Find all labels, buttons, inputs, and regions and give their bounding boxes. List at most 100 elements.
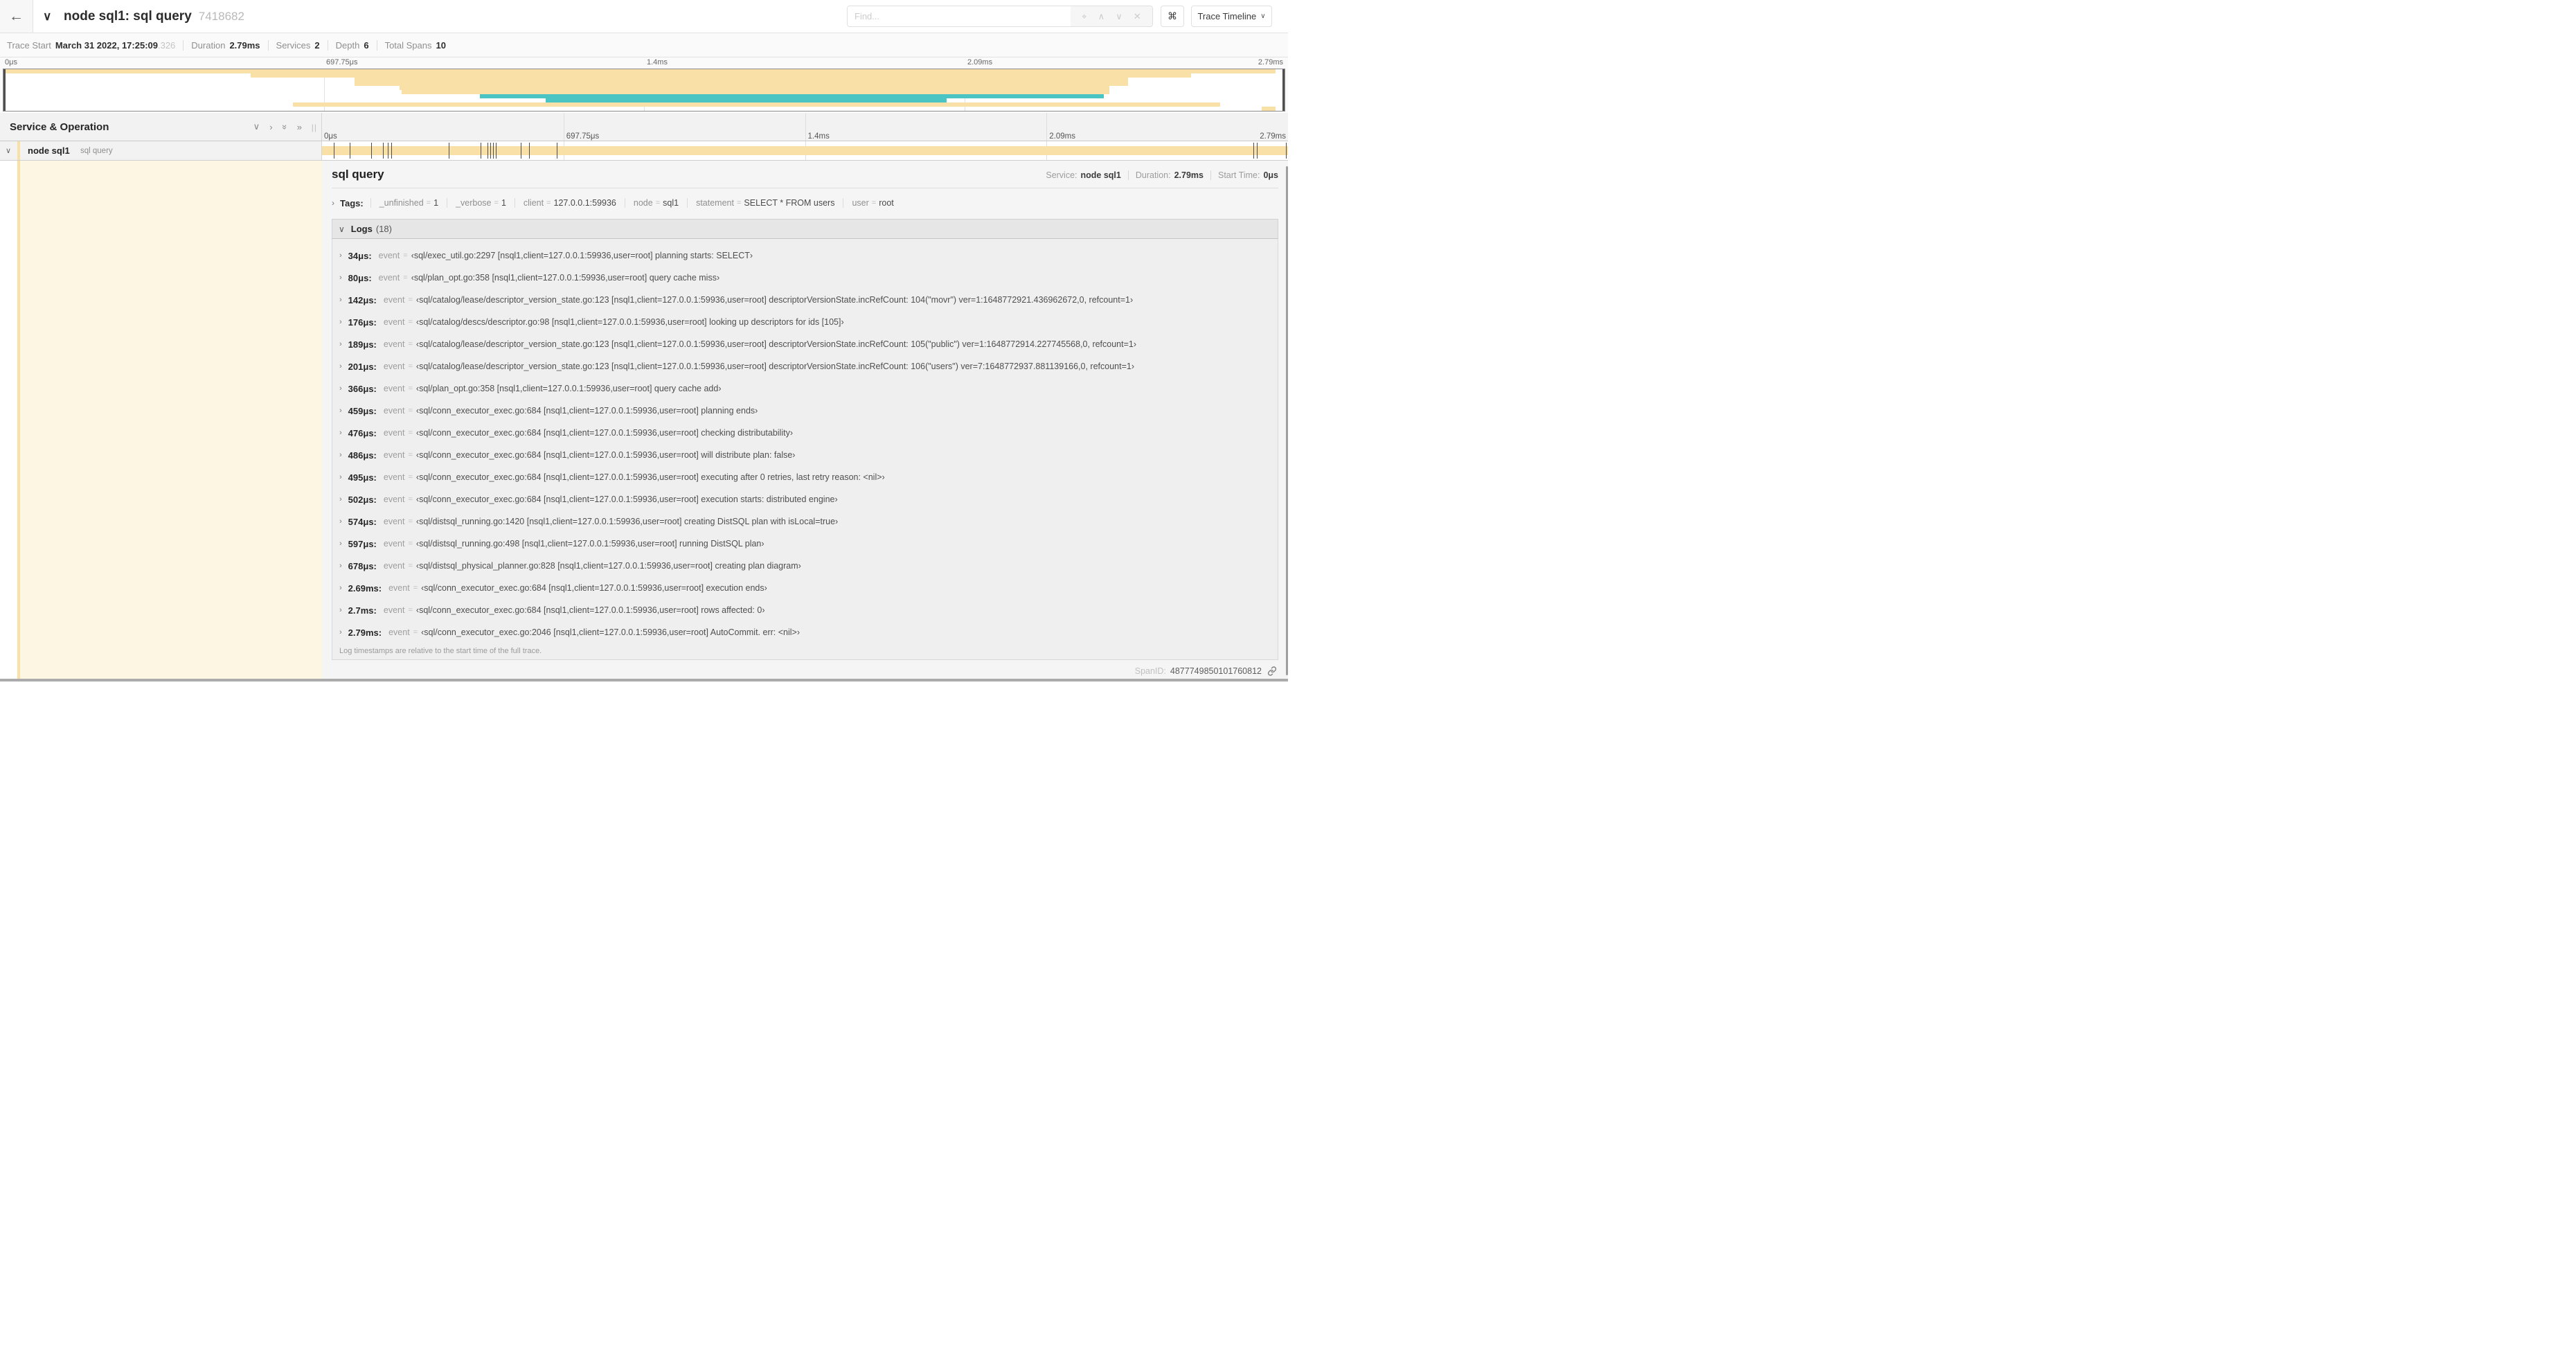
minimap-span-bar: [1261, 107, 1276, 111]
log-timestamp: 201μs:: [348, 361, 377, 372]
chevron-right-icon: ›: [339, 584, 342, 592]
log-timestamp: 486μs:: [348, 449, 377, 461]
service-operation-title: Service & Operation: [10, 121, 109, 133]
log-row[interactable]: › 2.69ms: event = ‹sql/conn_executor_exec.go…: [332, 577, 1278, 599]
prev-result-icon[interactable]: ∧: [1098, 11, 1105, 22]
equals-sign: =: [408, 296, 413, 304]
log-marker-tick: [496, 143, 497, 159]
find-input[interactable]: [848, 6, 1071, 26]
log-field-value: ‹sql/conn_executor_exec.go:684 [nsql1,cl…: [415, 472, 885, 482]
log-timestamp: 574μs:: [348, 516, 377, 527]
meta-value: 0μs: [1263, 170, 1278, 180]
log-row[interactable]: › 80μs: event = ‹sql/plan_opt.go:358 [nsql1,…: [332, 267, 1278, 289]
log-row[interactable]: › 2.79ms: event = ‹sql/conn_executor_exec.go…: [332, 621, 1278, 643]
detail-operation-title: sql query: [332, 168, 384, 181]
keyboard-shortcuts-button[interactable]: ⌘: [1161, 6, 1184, 27]
tag-item: _verbose = 1: [447, 198, 515, 208]
log-field-value: ‹sql/catalog/descs/descriptor.go:98 [nsq…: [415, 317, 844, 327]
span-row[interactable]: ∨ node sql1 sql query: [0, 141, 1288, 161]
span-row-name-cell[interactable]: ∨ node sql1 sql query: [0, 141, 322, 160]
log-row[interactable]: › 597μs: event = ‹sql/distsql_running.go:498…: [332, 533, 1278, 555]
chevron-right-icon: ›: [339, 562, 342, 570]
tag-key: node: [633, 198, 653, 208]
selected-span-highlight: [20, 161, 322, 679]
log-row[interactable]: › 201μs: event = ‹sql/catalog/lease/descript…: [332, 355, 1278, 377]
timeline-tick-label: 0μs: [5, 58, 17, 66]
log-row[interactable]: › 176μs: event = ‹sql/catalog/descs/descript…: [332, 311, 1278, 333]
log-field-value: ‹sql/catalog/lease/descriptor_version_st…: [415, 339, 1137, 349]
span-row-bar-cell[interactable]: [322, 141, 1288, 160]
meta-divider: [1127, 170, 1129, 180]
log-row[interactable]: › 476μs: event = ‹sql/conn_executor_exec.go:…: [332, 422, 1278, 444]
log-row[interactable]: › 2.7ms: event = ‹sql/conn_executor_exec.go:…: [332, 599, 1278, 621]
equals-sign: =: [494, 199, 499, 207]
log-timestamp: 176μs:: [348, 317, 377, 328]
span-collapse-chevron-icon[interactable]: ∨: [6, 141, 11, 160]
detail-meta: Service: node sql1 Duration: 2.79ms Start Ti…: [1046, 170, 1278, 180]
log-row[interactable]: › 574μs: event = ‹sql/distsql_running.go:142…: [332, 510, 1278, 533]
next-result-icon[interactable]: ∨: [1116, 11, 1122, 22]
log-row[interactable]: › 189μs: event = ‹sql/catalog/lease/descript…: [332, 333, 1278, 355]
equals-sign: =: [408, 451, 413, 459]
window-bottom-edge: [0, 679, 1288, 682]
log-field-key: event: [383, 362, 405, 371]
timeline-ticks-header: 0μs 697.75μs 1.4ms 2.09ms 2.79ms: [322, 113, 1288, 141]
minimap-canvas[interactable]: [3, 69, 1285, 112]
tags-accordion[interactable]: › Tags: _unfinished = 1 _verbose = 1 client = 12…: [332, 194, 1278, 212]
log-row[interactable]: › 495μs: event = ‹sql/conn_executor_exec.go:…: [332, 466, 1278, 488]
log-row[interactable]: › 142μs: event = ‹sql/catalog/lease/descript…: [332, 289, 1278, 311]
span-duration-bar[interactable]: [322, 146, 1288, 155]
log-row[interactable]: › 459μs: event = ‹sql/conn_executor_exec.go:…: [332, 400, 1278, 422]
log-row[interactable]: › 34μs: event = ‹sql/exec_util.go:2297 [nsql…: [332, 244, 1278, 267]
column-resizer[interactable]: ||: [312, 123, 317, 132]
back-button[interactable]: ←: [0, 0, 33, 33]
focus-target-icon[interactable]: ⌖: [1082, 11, 1086, 22]
chevron-right-icon: ›: [339, 340, 342, 348]
timeline-tick-label: 2.79ms: [1260, 132, 1286, 141]
meta-label: Service:: [1046, 170, 1077, 180]
log-marker-tick: [1253, 143, 1254, 159]
summary-value-suffix: .326: [157, 39, 176, 51]
equals-sign: =: [413, 628, 418, 636]
log-row[interactable]: › 366μs: event = ‹sql/plan_opt.go:358 [nsql1…: [332, 377, 1278, 400]
expand-all-icon[interactable]: »: [297, 122, 302, 132]
log-field-value: ‹sql/conn_executor_exec.go:684 [nsql1,cl…: [415, 428, 793, 438]
log-marker-tick: [371, 143, 373, 159]
log-row[interactable]: › 486μs: event = ‹sql/conn_executor_exec.go:…: [332, 444, 1278, 466]
summary-item: Depth 6: [336, 40, 369, 51]
view-selector-button[interactable]: Trace Timeline ∨: [1191, 6, 1272, 27]
collapse-all-icon[interactable]: »: [280, 124, 290, 129]
log-row[interactable]: › 502μs: event = ‹sql/conn_executor_exec.go:…: [332, 488, 1278, 510]
chevron-right-icon: ›: [332, 198, 334, 208]
timeline-tick-label: 2.79ms: [1258, 58, 1283, 66]
detail-meta-item: Start Time: 0μs: [1218, 170, 1278, 180]
collapse-one-icon[interactable]: ∨: [253, 121, 260, 132]
trace-collapse-chevron-icon[interactable]: ∨: [43, 0, 51, 33]
expand-one-icon[interactable]: ›: [269, 122, 272, 132]
log-marker-tick: [382, 143, 384, 159]
log-field-key: event: [383, 561, 405, 571]
chevron-right-icon: ›: [339, 628, 342, 636]
log-marker-tick: [1286, 143, 1287, 159]
log-timestamp: 495μs:: [348, 472, 377, 483]
link-icon[interactable]: [1267, 666, 1277, 676]
vertical-scrollbar[interactable]: [1286, 166, 1288, 675]
timeline-header-row: Service & Operation ∨ › » » || 0μs 697.75…: [0, 113, 1288, 141]
tag-key: statement: [696, 198, 734, 208]
tag-value: 1: [501, 198, 506, 208]
equals-sign: =: [403, 274, 408, 282]
clear-search-icon[interactable]: ✕: [1134, 11, 1141, 22]
minimap-range-handle-left[interactable]: [3, 69, 6, 111]
logs-accordion-header[interactable]: ∨ Logs (18): [332, 219, 1278, 239]
tag-item: user = root: [843, 198, 902, 208]
chevron-right-icon: ›: [339, 517, 342, 526]
log-field-value: ‹sql/plan_opt.go:358 [nsql1,client=127.0…: [415, 384, 722, 393]
chevron-right-icon: ›: [339, 407, 342, 415]
log-row[interactable]: › 678μs: event = ‹sql/distsql_physical_plann…: [332, 555, 1278, 577]
log-field-value: ‹sql/conn_executor_exec.go:684 [nsql1,cl…: [421, 583, 767, 593]
timeline-minimap: 0μs 697.75μs 1.4ms 2.09ms 2.79ms: [0, 58, 1288, 113]
span-detail-panel: sql query Service: node sql1 Duration: 2.79…: [322, 161, 1288, 679]
page-title: node sql1: sql query 7418682: [64, 8, 244, 24]
summary-item: Total Spans 10: [385, 40, 446, 51]
minimap-range-handle-right[interactable]: [1282, 69, 1285, 111]
